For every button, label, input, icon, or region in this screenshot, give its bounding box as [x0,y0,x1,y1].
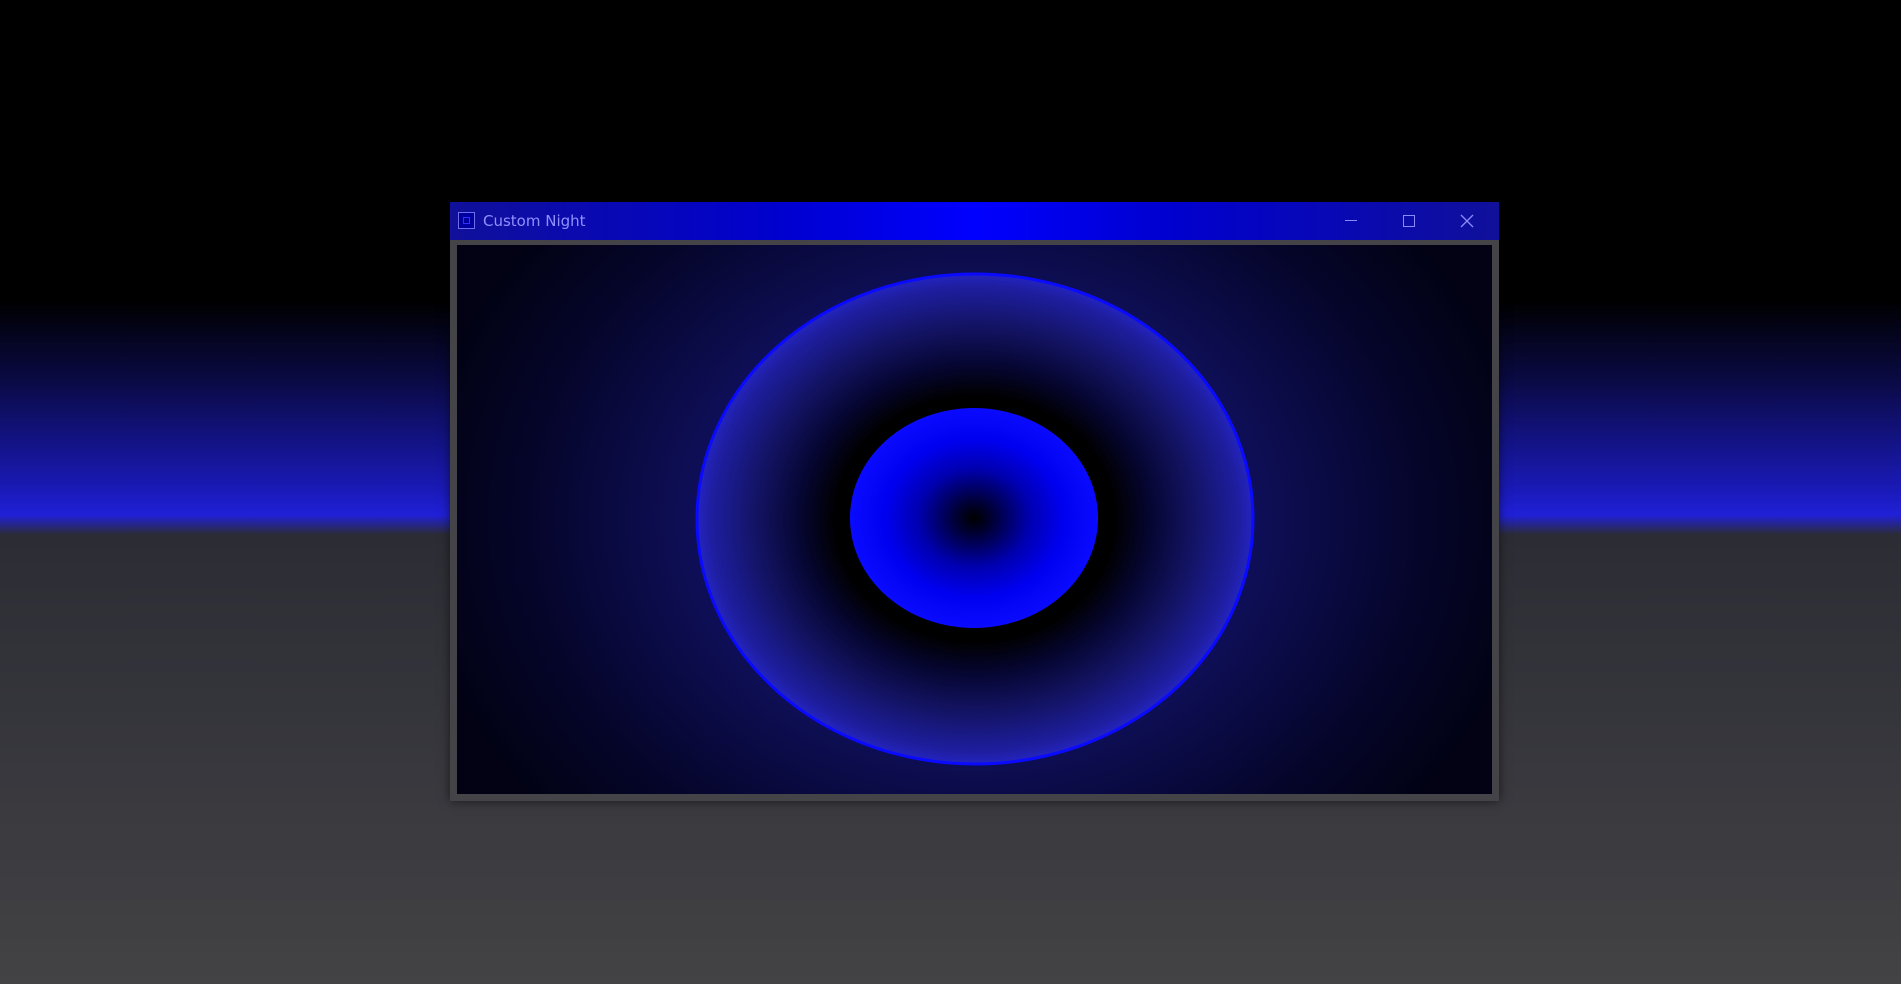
maximize-button[interactable] [1380,202,1438,240]
maximize-icon [1403,215,1415,227]
title-bar[interactable]: Custom Night [450,202,1499,240]
minimize-icon [1345,220,1357,221]
window-title: Custom Night [483,212,586,230]
concentric-ellipses-graphic [457,245,1492,794]
close-button[interactable] [1438,202,1496,240]
canvas-area[interactable] [457,245,1492,794]
minimize-button[interactable] [1322,202,1380,240]
app-icon[interactable] [458,212,475,229]
app-window: Custom Night [450,202,1499,801]
inner-ellipse [850,408,1098,628]
close-icon [1460,214,1474,228]
